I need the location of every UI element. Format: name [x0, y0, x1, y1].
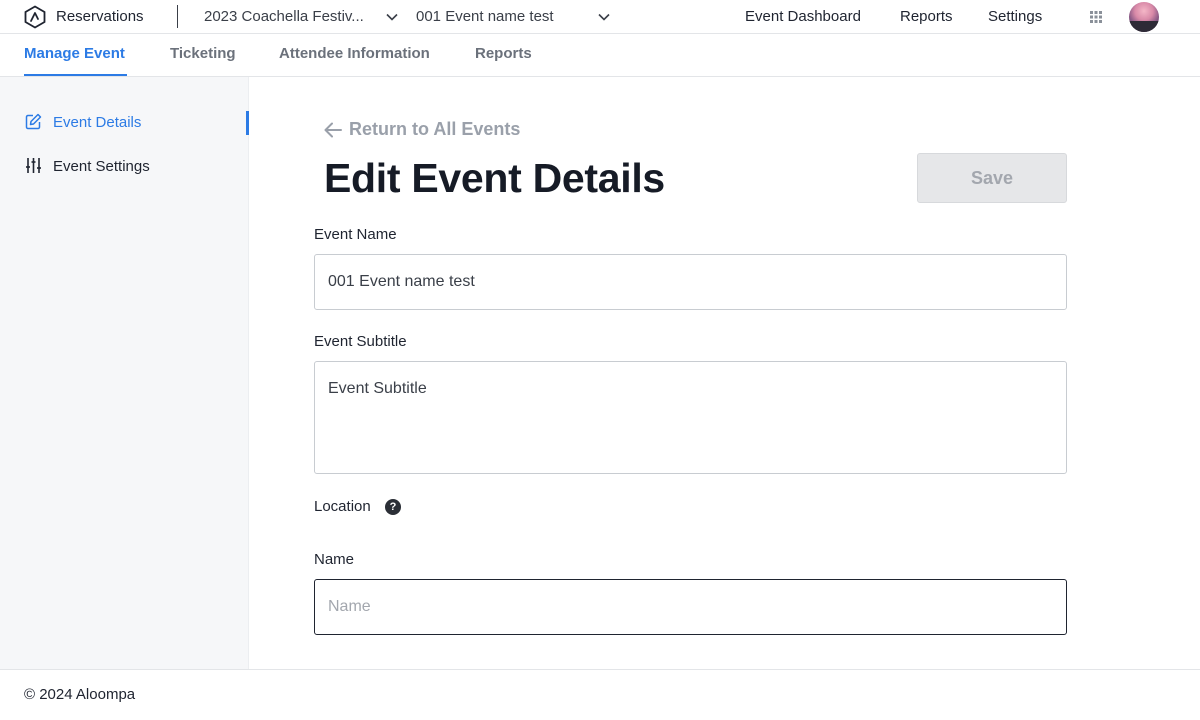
- sidebar-item-event-settings[interactable]: Event Settings: [25, 156, 249, 180]
- tab-reports[interactable]: Reports: [475, 45, 532, 62]
- tab-manage-event[interactable]: Manage Event: [24, 45, 125, 62]
- chevron-down-icon[interactable]: [597, 10, 611, 24]
- page-title: Edit Event Details: [324, 155, 665, 201]
- sidebar-item-label: Event Details: [53, 114, 142, 131]
- nav-settings[interactable]: Settings: [988, 8, 1042, 25]
- location-section-label: Location: [314, 498, 371, 515]
- active-tab-indicator: [24, 74, 127, 76]
- apps-grid-icon[interactable]: [1089, 10, 1103, 24]
- save-button[interactable]: Save: [917, 153, 1067, 203]
- festival-selector[interactable]: 2023 Coachella Festiv...: [204, 8, 364, 25]
- event-name-label: Event Name: [314, 226, 397, 243]
- tab-ticketing[interactable]: Ticketing: [170, 45, 236, 62]
- event-subtitle-label: Event Subtitle: [314, 333, 407, 350]
- app-name[interactable]: Reservations: [56, 8, 144, 25]
- nav-event-dashboard[interactable]: Event Dashboard: [745, 8, 861, 25]
- event-selector[interactable]: 001 Event name test: [416, 8, 554, 25]
- location-name-input[interactable]: [314, 579, 1067, 635]
- topbar-divider: [177, 5, 178, 28]
- chevron-down-icon[interactable]: [385, 10, 399, 24]
- sidebar-item-event-details[interactable]: Event Details: [25, 112, 249, 136]
- tab-attendee-information[interactable]: Attendee Information: [279, 45, 430, 62]
- nav-reports[interactable]: Reports: [900, 8, 953, 25]
- sub-navigation: Manage Event Ticketing Attendee Informat…: [0, 34, 1200, 77]
- sidebar-item-label: Event Settings: [53, 158, 150, 175]
- return-link-label: Return to All Events: [349, 119, 521, 139]
- sidebar-active-indicator: [246, 111, 249, 135]
- sidebar: Event Details Event Settings: [0, 77, 249, 669]
- arrow-left-icon: [324, 122, 342, 138]
- copyright-text: © 2024 Aloompa: [24, 686, 136, 703]
- return-to-all-events-link[interactable]: Return to All Events: [323, 119, 520, 140]
- location-name-label: Name: [314, 551, 355, 568]
- sliders-icon: [26, 158, 41, 173]
- user-avatar[interactable]: [1129, 2, 1159, 32]
- event-name-input[interactable]: [314, 254, 1067, 310]
- app-logo-icon[interactable]: [23, 5, 47, 29]
- footer: © 2024 Aloompa: [0, 669, 1200, 720]
- event-subtitle-input[interactable]: [314, 361, 1067, 474]
- help-icon[interactable]: ?: [385, 499, 401, 515]
- edit-icon: [25, 113, 42, 130]
- top-bar: Reservations 2023 Coachella Festiv... 00…: [0, 0, 1200, 34]
